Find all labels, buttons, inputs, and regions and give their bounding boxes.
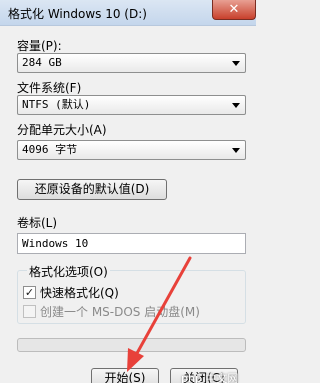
allocation-value: 4096 字节 bbox=[22, 143, 78, 156]
close-icon: ✕ bbox=[228, 2, 240, 17]
chevron-down-icon bbox=[232, 61, 240, 66]
volume-label-input[interactable]: Windows 10 bbox=[17, 233, 246, 254]
start-button[interactable]: 开始(S) bbox=[91, 368, 159, 383]
volume-label-caption: 卷标(L) bbox=[17, 216, 58, 230]
filesystem-select[interactable]: NTFS (默认) bbox=[17, 95, 246, 115]
watermark: php 中文网 bbox=[181, 372, 239, 383]
title-bar: 格式化 Windows 10 (D:) ✕ bbox=[0, 0, 256, 26]
msdos-disk-label: 创建一个 MS-DOS 启动盘(M) bbox=[40, 304, 200, 319]
capacity-select[interactable]: 284 GB bbox=[17, 53, 246, 73]
quick-format-label: 快速格式化(Q) bbox=[40, 285, 119, 300]
format-progress-bar bbox=[17, 338, 246, 352]
msdos-disk-checkbox bbox=[23, 304, 36, 318]
chevron-down-icon bbox=[232, 148, 240, 153]
capacity-label: 容量(P): bbox=[17, 39, 62, 53]
allocation-select[interactable]: 4096 字节 bbox=[17, 140, 246, 160]
chevron-down-icon bbox=[232, 103, 240, 108]
msdos-disk-option: 创建一个 MS-DOS 启动盘(M) bbox=[23, 303, 200, 319]
format-options-title: 格式化选项(O) bbox=[27, 263, 110, 280]
quick-format-option[interactable]: ✓ 快速格式化(Q) bbox=[23, 284, 119, 300]
restore-defaults-button[interactable]: 还原设备的默认值(D) bbox=[17, 179, 167, 200]
quick-format-checkbox[interactable]: ✓ bbox=[23, 285, 36, 299]
window-close-button[interactable]: ✕ bbox=[212, 0, 256, 20]
filesystem-label: 文件系统(F) bbox=[17, 81, 82, 95]
allocation-label: 分配单元大小(A) bbox=[17, 123, 107, 137]
capacity-value: 284 GB bbox=[22, 56, 62, 69]
window-title: 格式化 Windows 10 (D:) bbox=[8, 7, 147, 21]
filesystem-value: NTFS (默认) bbox=[22, 98, 91, 111]
